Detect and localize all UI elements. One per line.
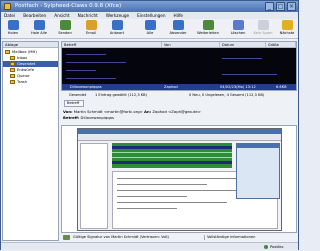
column-from[interactable]: Von bbox=[162, 42, 220, 47]
reply-icon bbox=[111, 20, 123, 30]
folder-trash[interactable]: Trash bbox=[3, 79, 58, 85]
embedded-screenshot-image bbox=[77, 128, 282, 231]
message-list: Betreff Von Datum Größe Dillovewanpiqqas… bbox=[61, 41, 297, 91]
next-arrow-icon bbox=[281, 20, 293, 30]
message-header-view: Von: Martin Schmidt <martin@fortc.org> A… bbox=[61, 109, 297, 125]
folder-icon bbox=[10, 56, 15, 60]
get-mail-icon bbox=[7, 20, 19, 30]
get-all-mail-icon bbox=[33, 20, 45, 30]
reply-all-icon bbox=[144, 20, 156, 30]
menu-werkzeuge[interactable]: Werkzeuge bbox=[106, 12, 129, 19]
signature-icon bbox=[63, 235, 70, 240]
toolbar: Holen Hole Alle Senden Email Antwort All… bbox=[1, 19, 298, 39]
reply-all-button[interactable]: Alle bbox=[139, 20, 161, 38]
reply-sender-button[interactable]: Absender bbox=[167, 20, 189, 38]
menu-datei[interactable]: Datei bbox=[4, 12, 15, 19]
folder-pane: Ablage Mailbox (MH) Inbox Gesendet Entwü… bbox=[2, 41, 59, 241]
folder-icon bbox=[5, 50, 10, 54]
window-title: Postfach - Sylpheed-Claws 0.9.8 (Xfce) bbox=[15, 3, 122, 9]
compose-icon bbox=[85, 20, 97, 30]
message-body-view[interactable] bbox=[61, 125, 297, 233]
close-button[interactable]: × bbox=[287, 2, 296, 11]
signature-details-link[interactable]: Vollständige Informationen bbox=[207, 234, 255, 241]
send-icon bbox=[59, 20, 71, 30]
message-date: 04/02/23(Mo) 13:12 bbox=[220, 85, 256, 89]
message-status-row: Gesendet 1 Eintrag gewählt (112,3 KB) 0 … bbox=[61, 92, 297, 99]
compose-button[interactable]: Email bbox=[80, 20, 102, 38]
column-date[interactable]: Datum bbox=[220, 42, 266, 47]
online-status-icon[interactable] bbox=[264, 245, 268, 249]
trash-icon bbox=[10, 80, 15, 84]
reply-sender-icon bbox=[172, 20, 184, 30]
current-folder-label: Gesendet bbox=[69, 93, 87, 97]
message-from: Zaphod bbox=[164, 85, 178, 89]
header-subject-line: Betreff: Dillovewanpiqqas bbox=[63, 115, 114, 120]
maximize-button[interactable]: □ bbox=[276, 2, 285, 11]
next-button[interactable]: Nächste bbox=[276, 20, 298, 38]
application-window: Postfach - Sylpheed-Claws 0.9.8 (Xfce) _… bbox=[0, 0, 299, 250]
filter-dropdown[interactable]: Betreff bbox=[64, 100, 84, 107]
column-size[interactable]: Größe bbox=[266, 42, 296, 47]
folder-counts: 0 Neu, 0 Ungelesen, 4 Gesamt (112,3 KB) bbox=[189, 93, 265, 97]
title-bar: Postfach - Sylpheed-Claws 0.9.8 (Xfce) _… bbox=[1, 1, 298, 12]
folder-icon bbox=[10, 74, 15, 78]
message-subject: Dillovewanpiqqas bbox=[70, 85, 102, 89]
trash-icon bbox=[232, 20, 244, 30]
menu-einstellungen[interactable]: Einstellungen bbox=[137, 12, 165, 19]
not-spam-button[interactable]: Kein Spam bbox=[252, 20, 274, 38]
header-to: Zaphod <Zaph@geo.de> bbox=[152, 109, 201, 114]
folder-tree: Mailbox (MH) Inbox Gesendet Entwürfe Que… bbox=[3, 48, 58, 85]
reply-button[interactable]: Antwort bbox=[106, 20, 128, 38]
send-button[interactable]: Senden bbox=[54, 20, 76, 38]
attachment-bar: Gültige Signatur von Martin Schmidt (Ver… bbox=[61, 234, 297, 241]
not-spam-icon bbox=[257, 20, 269, 30]
message-row-selected[interactable]: Dillovewanpiqqas Zaphod 04/02/23(Mo) 13:… bbox=[62, 84, 296, 90]
get-all-mail-button[interactable]: Hole Alle bbox=[28, 20, 50, 38]
signature-status: Gültige Signatur von Martin Schmidt (Ver… bbox=[73, 235, 169, 239]
forward-icon bbox=[202, 20, 214, 30]
get-mail-button[interactable]: Holen bbox=[2, 20, 24, 38]
header-from: Martin Schmidt <martin@fortc.org> bbox=[73, 109, 143, 114]
menu-bearbeiten[interactable]: Bearbeiten bbox=[23, 12, 46, 19]
folder-icon bbox=[10, 62, 15, 66]
forward-button[interactable]: Weiterleiten bbox=[197, 20, 219, 38]
window-controls: _ □ × bbox=[265, 2, 296, 11]
folder-icon bbox=[10, 68, 15, 72]
menu-hilfe[interactable]: Hilfe bbox=[173, 12, 183, 19]
menu-nachricht[interactable]: Nachricht bbox=[78, 12, 98, 19]
delete-button[interactable]: Löschen bbox=[227, 20, 249, 38]
column-subject[interactable]: Betreff bbox=[62, 42, 162, 47]
app-icon bbox=[4, 3, 11, 10]
status-bar: Postfac bbox=[1, 242, 298, 250]
minimize-button[interactable]: _ bbox=[265, 2, 274, 11]
menu-ansicht[interactable]: Ansicht bbox=[54, 12, 69, 19]
selection-info: 1 Eintrag gewählt (112,3 KB) bbox=[95, 93, 148, 97]
message-size: 6.6KB bbox=[276, 85, 287, 89]
menu-bar: Datei Bearbeiten Ansicht Nachricht Werkz… bbox=[1, 12, 298, 19]
header-subject: Dillovewanpiqqas bbox=[80, 115, 114, 120]
message-rows bbox=[62, 48, 296, 84]
